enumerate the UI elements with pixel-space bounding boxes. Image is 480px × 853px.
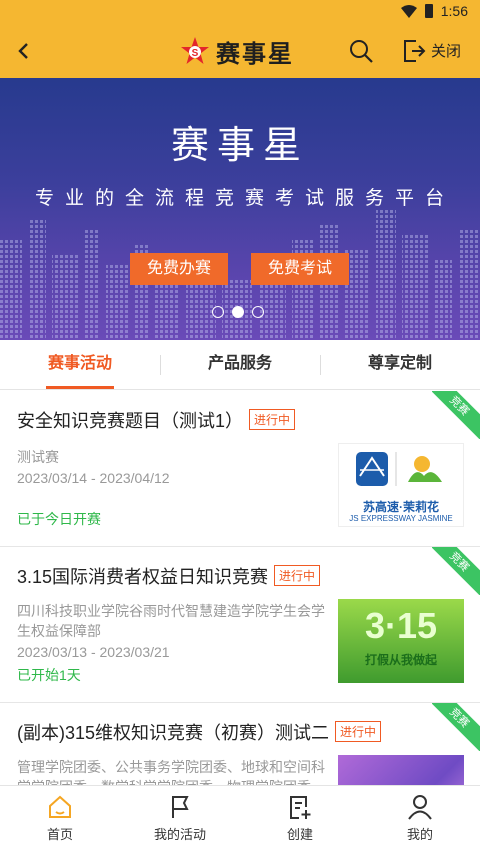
status-badge: 进行中 [249,409,296,430]
logo-star-icon: S [181,37,209,64]
home-icon [49,795,71,818]
event-card[interactable]: 竞赛 安全知识竞赛题目（测试1） 进行中 测试赛 2023/03/14 - 202… [0,391,480,547]
free-exam-button[interactable]: 免费考试 [251,253,349,285]
brand: S 赛事星 [180,34,294,68]
thumb-caption: 苏高速·茉莉花 [363,500,439,514]
status-time: 1:56 [440,3,468,19]
nav-label: 我的活动 [153,827,206,842]
nav-label: 我的 [406,827,433,842]
event-thumbnail: 苏高速·茉莉花 JS EXPRESSWAY JASMINE [338,443,464,527]
event-card[interactable]: 竞赛 (副本)315维权知识竞赛（初赛）测试二 进行中 管理学院团委、公共事务学院… [0,703,480,785]
status-bar: 1:56 [0,0,480,24]
status-icons: 1:56 [400,3,468,19]
corner-ribbon: 竞赛 [432,547,480,595]
app-title: 赛事星 [216,41,294,68]
flag-icon [172,796,189,818]
status-badge: 进行中 [335,721,382,742]
close-button[interactable]: 关闭 [431,40,461,61]
category-tabs: 赛事活动 产品服务 尊享定制 [0,340,480,390]
event-title-text: (副本)315维权知识竞赛（初赛）测试二 [17,723,330,743]
banner-title: 赛事星 [170,125,309,167]
back-icon[interactable] [10,36,38,66]
event-title-text: 安全知识竞赛题目（测试1） [17,411,244,431]
tab-custom[interactable]: 尊享定制 [320,340,480,389]
corner-ribbon: 竞赛 [432,391,480,439]
event-thumbnail [338,755,464,785]
status-badge: 进行中 [274,565,321,586]
tab-events[interactable]: 赛事活动 [0,340,160,389]
svg-text:S: S [192,48,199,59]
create-icon [290,796,311,819]
event-organizer: 测试赛 [17,449,59,465]
nav-my-activities[interactable]: 我的活动 [120,786,240,853]
carousel-indicator [212,306,264,318]
nav-profile[interactable]: 我的 [360,786,480,853]
thumb-subcaption: JS EXPRESSWAY JASMINE [349,514,453,523]
event-dates: 2023/03/13 - 2023/03/21 [17,644,170,660]
corner-label: 竞赛 [432,547,480,595]
tab-products[interactable]: 产品服务 [160,340,320,389]
corner-ribbon: 竞赛 [432,703,480,751]
thumb-caption: 3·15 [364,605,438,646]
banner-subtitle: 专业的全流程竞赛考试服务平台 [34,188,455,209]
event-title-text: 3.15国际消费者权益日知识竞赛 [17,567,269,587]
event-status: 已开始1天 [17,667,81,683]
wifi-icon [400,4,417,18]
event-dates: 2023/03/14 - 2023/04/12 [17,470,170,486]
battery-icon [424,4,433,18]
event-status: 已于今日开赛 [17,511,101,527]
carousel-dot[interactable] [212,306,224,318]
event-title: 3.15国际消费者权益日知识竞赛 进行中 [17,563,321,589]
bottom-navigation: 首页 我的活动 创建 我的 [0,785,480,853]
exit-icon[interactable] [402,38,426,64]
expressway-logo-icon [356,452,442,486]
carousel-dot-active[interactable] [232,306,244,318]
city-skyline-image [0,210,480,340]
app-header: S 赛事星 关闭 [0,24,480,78]
free-competition-button[interactable]: 免费办赛 [130,253,228,285]
corner-label: 竞赛 [432,391,480,439]
event-list[interactable]: 竞赛 安全知识竞赛题目（测试1） 进行中 测试赛 2023/03/14 - 202… [0,391,480,785]
nav-home[interactable]: 首页 [0,786,120,853]
event-organizer: 四川科技职业学院谷雨时代智慧建造学院学生会学生权益保障部 [17,603,325,639]
nav-create[interactable]: 创建 [240,786,360,853]
event-title: (副本)315维权知识竞赛（初赛）测试二 进行中 [17,719,382,745]
nav-label: 首页 [46,827,73,842]
user-icon [408,795,432,820]
event-organizer: 管理学院团委、公共事务学院团委、地球和空间科学学院团委、数学科学学院团委、物理学… [17,759,325,785]
event-card[interactable]: 竞赛 3.15国际消费者权益日知识竞赛 进行中 四川科技职业学院谷雨时代智慧建造学… [0,547,480,703]
event-title: 安全知识竞赛题目（测试1） 进行中 [17,407,296,433]
promo-banner[interactable]: 赛事星 专业的全流程竞赛考试服务平台 免费办赛 免费考试 [0,78,480,340]
nav-label: 创建 [286,827,313,842]
carousel-dot[interactable] [252,306,264,318]
thumb-subcaption: 打假从我做起 [364,653,437,667]
corner-label: 竞赛 [432,703,480,751]
event-thumbnail: 3·15 打假从我做起 [338,599,464,683]
search-icon[interactable] [348,38,374,64]
